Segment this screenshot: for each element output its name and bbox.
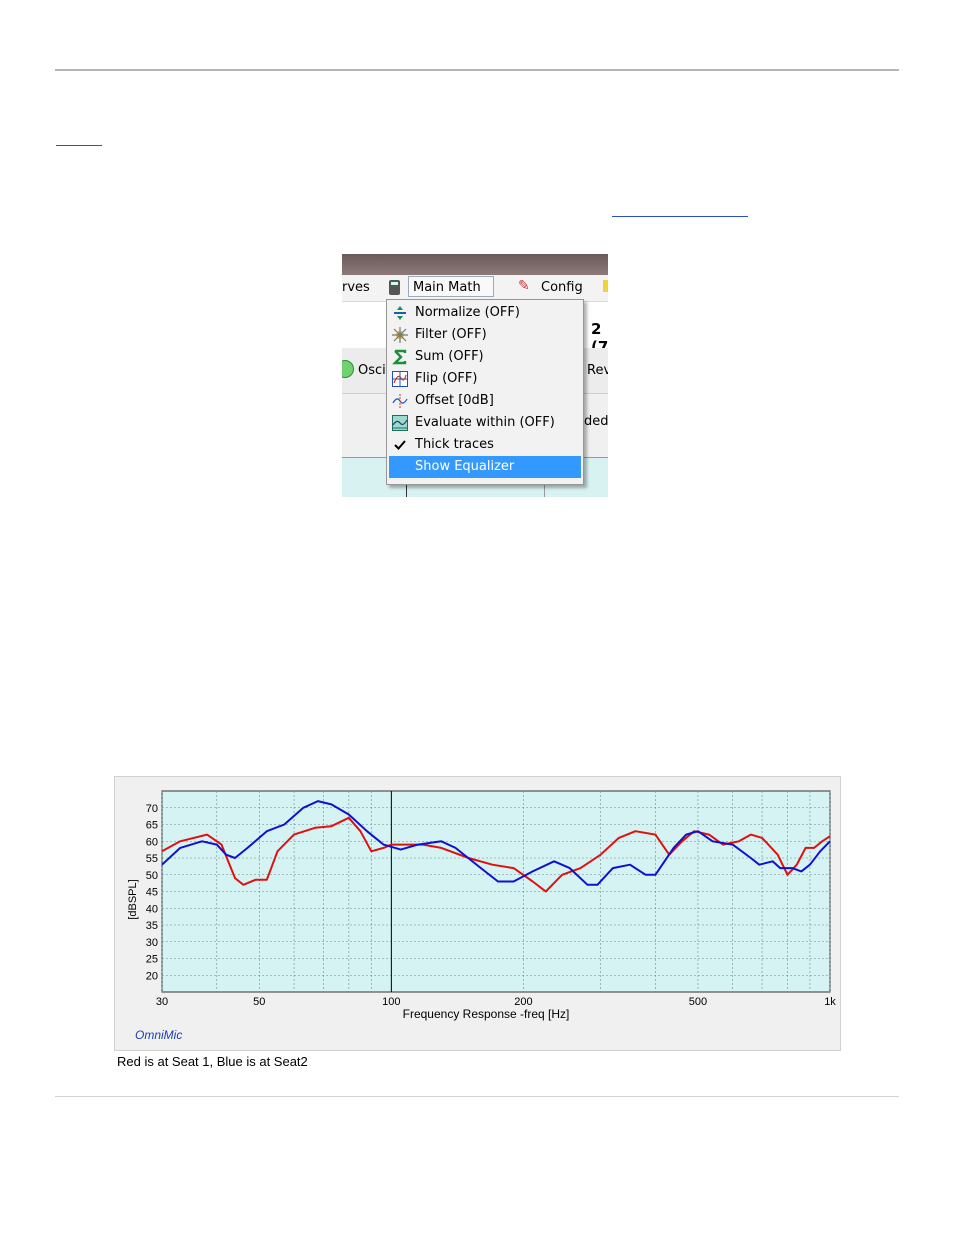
y-tick-label: 50 — [146, 870, 158, 882]
y-tick-label: 65 — [146, 820, 158, 832]
x-tick-label: 100 — [382, 996, 400, 1008]
y-tick-label: 25 — [146, 954, 158, 966]
menu-item-normalize[interactable]: Normalize (OFF) — [389, 302, 581, 324]
y-tick-label: 70 — [146, 803, 158, 815]
x-tick-label: 50 — [253, 996, 265, 1008]
menu-item-offset[interactable]: Offset [0dB] — [389, 390, 581, 412]
y-tick-label: 45 — [146, 887, 158, 899]
frequency-response-chart: 30 50 100 200 500 1k2025303540455055606570Fre… — [127, 790, 836, 1042]
calculator-icon — [389, 280, 400, 295]
chart-caption: Red is at Seat 1, Blue is at Seat2 — [117, 1054, 308, 1069]
toolbar: rves Main Math ✎ Config — [342, 275, 608, 302]
background-text: ded — [584, 414, 608, 429]
normalize-icon — [392, 305, 408, 321]
y-tick-label: 60 — [146, 836, 158, 848]
dropdown-menu: Normalize (OFF) Filter (OFF) Sum (OFF) F… — [386, 299, 584, 485]
offset-icon — [392, 393, 408, 409]
y-tick-label: 30 — [146, 937, 158, 949]
x-tick-label: 30 — [156, 996, 168, 1008]
bottom-divider — [55, 1096, 899, 1097]
wrench-icon: ✎ — [518, 278, 530, 294]
y-axis-label: [dBSPL] — [127, 879, 139, 919]
oscillator-button-label[interactable]: Osci — [358, 363, 386, 378]
x-tick-label: 1k — [824, 996, 836, 1008]
y-tick-label: 40 — [146, 903, 158, 915]
y-tick-label: 20 — [146, 970, 158, 982]
menu-item-sum[interactable]: Sum (OFF) — [389, 346, 581, 368]
checkmark-icon — [392, 437, 408, 453]
menu-item-label: Offset [0dB] — [415, 393, 494, 408]
menu-item-label: Normalize (OFF) — [415, 305, 520, 320]
main-math-button[interactable]: Main Math — [408, 276, 494, 297]
filter-icon — [392, 327, 408, 343]
menu-item-label: Evaluate within (OFF) — [415, 415, 555, 430]
reverb-button-label[interactable]: Rev — [587, 363, 608, 378]
menu-item-label: Show Equalizer — [415, 459, 515, 474]
menu-item-thick-traces[interactable]: Thick traces — [389, 434, 581, 456]
curves-menu-label[interactable]: rves — [342, 280, 370, 295]
menu-item-flip[interactable]: Flip (OFF) — [389, 368, 581, 390]
sum-icon — [392, 349, 408, 365]
x-tick-label: 500 — [689, 996, 707, 1008]
menu-item-show-equalizer[interactable]: Show Equalizer — [389, 456, 581, 478]
window-titlebar — [342, 254, 608, 275]
config-button[interactable]: Config — [541, 280, 583, 295]
link-underline[interactable] — [612, 216, 748, 217]
menu-item-label: Flip (OFF) — [415, 371, 478, 386]
x-axis-label: Frequency Response -freq [Hz] — [403, 1007, 570, 1021]
menu-item-label: Filter (OFF) — [415, 327, 487, 342]
menu-item-filter[interactable]: Filter (OFF) — [389, 324, 581, 346]
menu-item-evaluate-within[interactable]: Evaluate within (OFF) — [389, 412, 581, 434]
y-tick-label: 35 — [146, 920, 158, 932]
link-underline[interactable] — [56, 145, 102, 146]
top-divider — [55, 69, 899, 71]
toolbar-icon — [603, 280, 608, 292]
omnimic-watermark: OmniMic — [135, 1028, 182, 1042]
y-tick-label: 55 — [146, 853, 158, 865]
flip-icon — [392, 371, 408, 387]
evaluate-icon — [392, 415, 408, 431]
main-math-menu-screenshot: rves Main Math ✎ Config 2 (7 Osci Rev de… — [342, 254, 608, 497]
menu-item-label: Sum (OFF) — [415, 349, 484, 364]
menu-item-label: Thick traces — [415, 437, 494, 452]
